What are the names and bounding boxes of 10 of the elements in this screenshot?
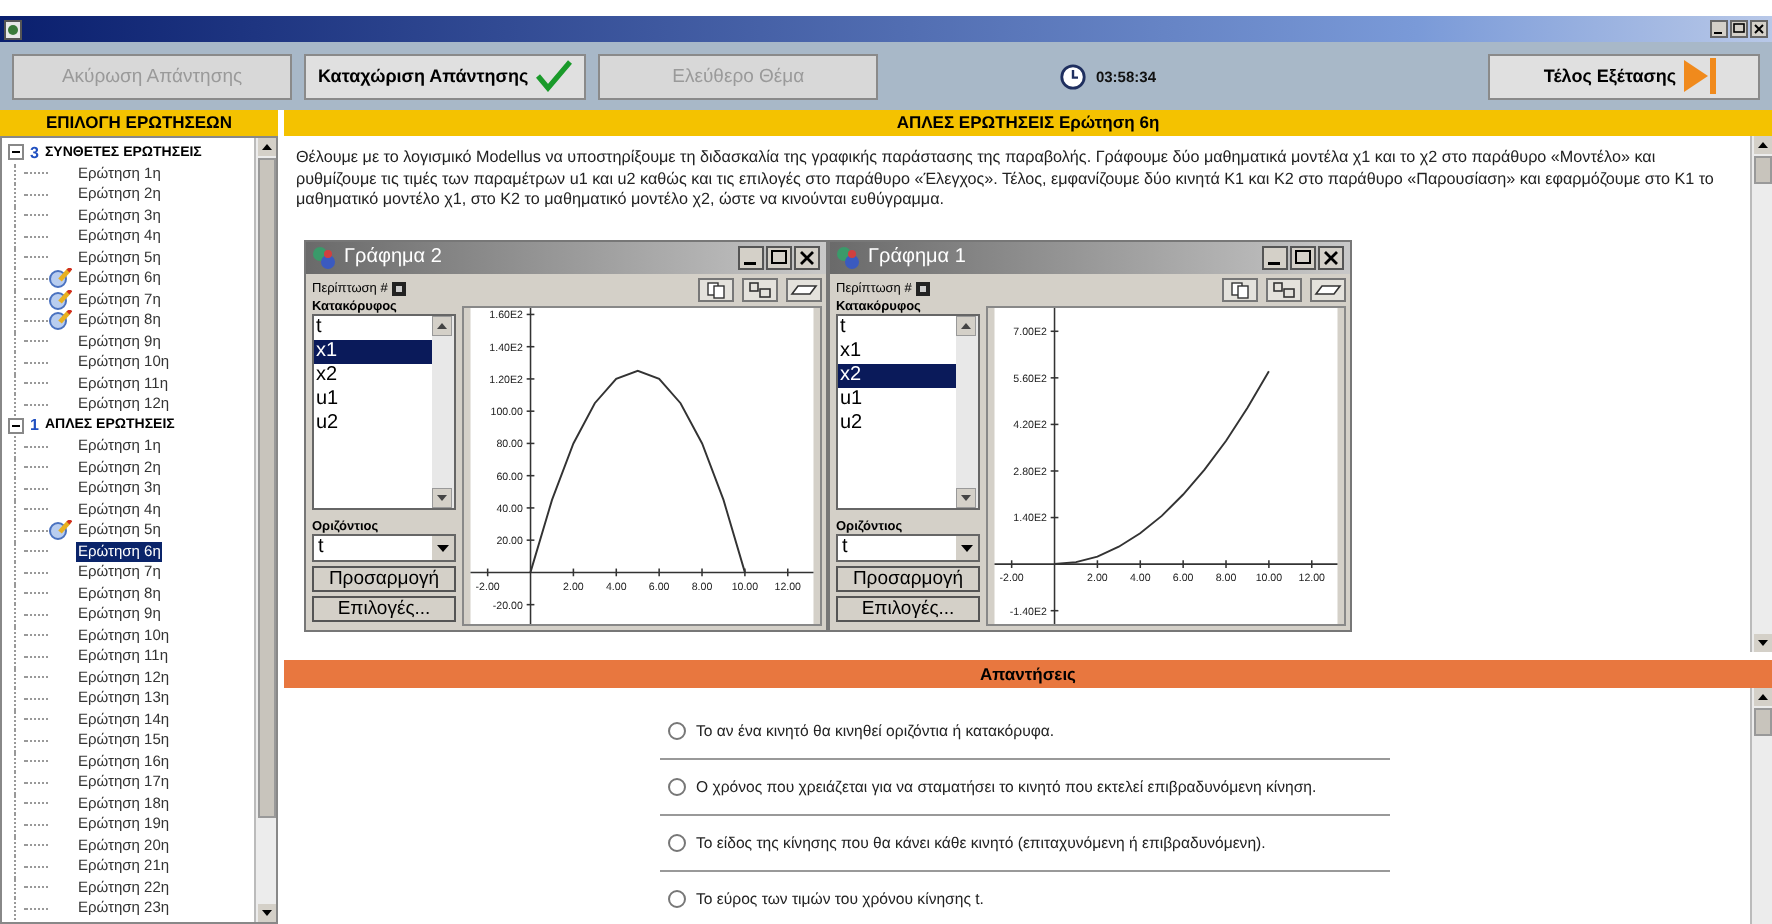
question-header: ΑΠΛΕΣ ΕΡΩΤΗΣΕΙΣ Ερώτηση 6η [284,110,1772,136]
sidebar-header: ΕΠΙΛΟΓΗ ΕΡΩΤΗΣΕΩΝ [0,110,278,136]
question-text: Θέλουμε με το λογισμικό Modellus να υποστηρίξουμε τη διδασκαλία της γραφικής παράστασης της παραβολής. Γράφουμε δύο μαθηματικά μοντέλα χ1 και το χ2 στο παράθυρο «Μοντέλο» και ρυθμίζουμε τις τιμές των παραμέτρων u1 και u2 καθώς και τις επιλογές στο παράθυρο «Έλεγχος». Τέλος, εμφανίζουμε δύο κινητά Κ1 και Κ2 στο παράθυρο «Παρουσίαση» και εφαρμόζουμε στο Κ1 το μαθηματικό μοντέλο χ1, στο Κ2 το μαθηματικό μοντέλο χ2, ώστε να κινούνται ευθύγραμμα. [296,148,1716,211]
window-title: Γράφημα 1 [868,246,966,268]
dropdown-value: t [840,536,848,558]
group-count: 1 [30,416,39,435]
dropdown-value: t [316,536,324,558]
answers-header: Απαντήσεις [284,660,1772,688]
group-count: 3 [30,143,39,162]
window-title: Γράφημα 2 [344,246,442,268]
